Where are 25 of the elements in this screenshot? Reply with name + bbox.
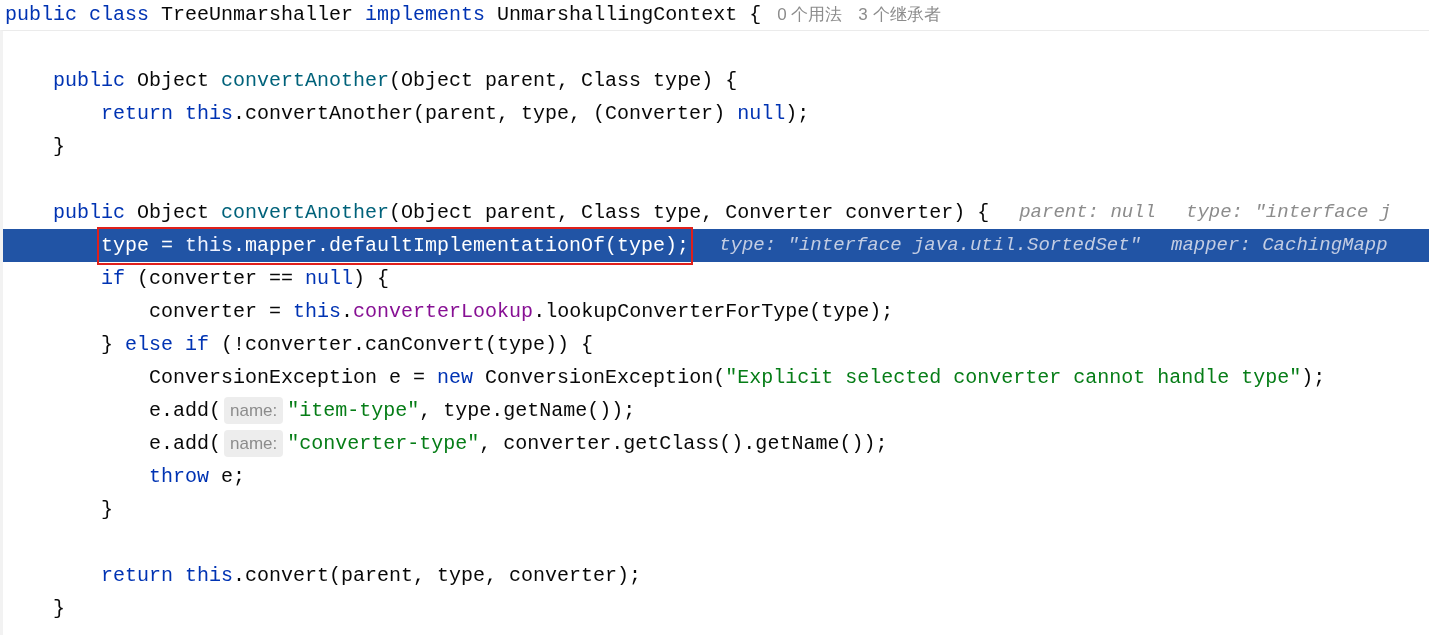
code-text: e.add( xyxy=(149,397,222,424)
code-text: } else if (!converter.canConvert(type)) { xyxy=(101,331,594,358)
parameter-hint: name: xyxy=(224,396,284,425)
code-text: if (converter == null) { xyxy=(101,265,390,292)
code-text: } xyxy=(53,133,66,160)
debug-value: parent: null xyxy=(1019,200,1156,226)
code-text: } xyxy=(53,595,66,622)
debug-value: mapper: CachingMapp xyxy=(1171,233,1388,259)
parameter-hint: name: xyxy=(224,429,284,458)
code-text: ConversionException e = new ConversionException("Explicit selected converter cannot handle type"); xyxy=(149,364,1326,391)
code-text: public Object convertAnother(Object parent, Class type, Converter converter) { xyxy=(53,199,990,226)
code-text: return this.convert(parent, type, converter); xyxy=(101,562,642,589)
code-text: throw e; xyxy=(149,463,246,490)
usage-hint[interactable]: 0 个用法 xyxy=(777,2,843,28)
debug-value: type: "interface java.util.SortedSet" xyxy=(719,233,1141,259)
code-text: public Object convertAnother(Object parent, Class type) { xyxy=(53,67,738,94)
debug-value: type: "interface j xyxy=(1186,200,1392,226)
code-text: "item-type", type.getName()); xyxy=(287,397,636,424)
code-text: "converter-type", converter.getClass().getName()); xyxy=(287,430,888,457)
code-text: e.add( xyxy=(149,430,222,457)
usage-hint[interactable]: 3 个继承者 xyxy=(858,2,941,28)
code-text: converter = this.converterLookup.lookupConverterForType(type); xyxy=(149,298,894,325)
code-text: public class TreeUnmarshaller implements UnmarshallingContext { xyxy=(5,2,762,28)
code-text: } xyxy=(101,496,114,523)
code-text: return this.convertAnother(parent, type, (Converter) null); xyxy=(101,100,810,127)
